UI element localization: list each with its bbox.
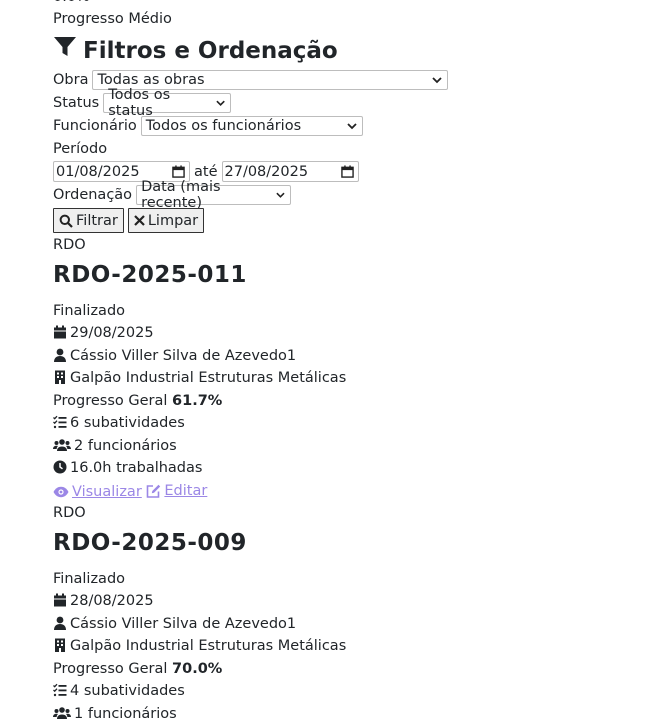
rdo-card: RDO RDO-2025-009 Finalizado 28/08/2025 C…: [53, 502, 643, 725]
chevron-down-icon: [276, 190, 285, 200]
rdo-progress-value: 70.0%: [172, 661, 222, 677]
edit-icon: [146, 484, 161, 498]
clear-button[interactable]: Limpar: [128, 208, 204, 233]
rdo-status: Finalizado: [53, 568, 643, 591]
users-icon: [53, 706, 71, 720]
status-filter-row: Status Todos os status: [53, 92, 643, 115]
calendar-icon[interactable]: [341, 165, 354, 178]
date-to-value: 27/08/2025: [225, 164, 309, 180]
rdo-obra-name: Galpão Industrial Estruturas Metálicas: [70, 638, 346, 654]
rdo-person: Cássio Viller Silva de Azevedo1: [53, 345, 643, 368]
funcionario-filter-row: Funcionário Todos os funcionários: [53, 115, 643, 138]
rdo-subactivities-count: 6 subatividades: [70, 415, 185, 431]
calendar-icon: [53, 593, 67, 607]
rdo-page: 0.0% Progresso Médio Filtros e Ordenação…: [53, 0, 643, 725]
ordenacao-select[interactable]: Data (mais recente): [136, 185, 291, 205]
rdo-hours-value: 16.0h trabalhadas: [70, 460, 202, 476]
rdo-subactivities: 4 subatividades: [53, 680, 643, 703]
progress-average-label: Progresso Médio: [53, 8, 643, 31]
building-icon: [53, 370, 67, 384]
filters-title: Filtros e Ordenação: [83, 36, 338, 66]
filters-heading: Filtros e Ordenação: [53, 35, 643, 67]
rdo-person: Cássio Viller Silva de Azevedo1: [53, 613, 643, 636]
rdo-subactivities: 6 subatividades: [53, 412, 643, 435]
funcionario-label: Funcionário: [53, 118, 137, 134]
chevron-down-icon: [216, 98, 225, 108]
rdo-employees: 2 funcionários: [53, 435, 643, 458]
filter-icon: [53, 35, 77, 67]
list-check-icon: [53, 683, 67, 697]
rdo-date: 28/08/2025: [53, 590, 643, 613]
rdo-progress-label: Progresso Geral: [53, 661, 167, 677]
rdo-code: RDO-2025-011: [53, 260, 643, 290]
user-icon: [53, 348, 67, 362]
edit-link-label: Editar: [164, 480, 207, 503]
rdo-person-name: Cássio Viller Silva de Azevedo1: [70, 616, 296, 632]
filter-button[interactable]: Filtrar: [53, 208, 124, 233]
funcionario-select[interactable]: Todos os funcionários: [141, 116, 363, 136]
periodo-label: Período: [53, 138, 643, 161]
rdo-type-label: RDO: [53, 234, 643, 257]
rdo-obra-name: Galpão Industrial Estruturas Metálicas: [70, 370, 346, 386]
ordenacao-row: Ordenação Data (mais recente): [53, 183, 643, 206]
rdo-date-value: 28/08/2025: [70, 593, 154, 609]
rdo-obra: Galpão Industrial Estruturas Metálicas: [53, 367, 643, 390]
ordenacao-select-value: Data (mais recente): [141, 179, 270, 211]
rdo-actions: Visualizar Editar: [53, 480, 643, 503]
rdo-subactivities-count: 4 subatividades: [70, 683, 185, 699]
rdo-person-name: Cássio Viller Silva de Azevedo1: [70, 348, 296, 364]
funcionario-select-value: Todos os funcionários: [146, 118, 301, 134]
view-link-label: Visualizar: [72, 481, 142, 504]
close-icon: [134, 215, 145, 226]
ordenacao-label: Ordenação: [53, 187, 132, 203]
rdo-hours: 16.0h trabalhadas: [53, 457, 643, 480]
view-link[interactable]: Visualizar: [53, 481, 142, 504]
user-icon: [53, 616, 67, 630]
rdo-employees-count: 1 funcionários: [74, 706, 177, 722]
ate-label: até: [194, 164, 218, 180]
list-check-icon: [53, 415, 67, 429]
date-from-value: 01/08/2025: [56, 164, 140, 180]
rdo-type-label: RDO: [53, 502, 643, 525]
filter-button-label: Filtrar: [76, 213, 118, 229]
rdo-card: RDO RDO-2025-011 Finalizado 29/08/2025 C…: [53, 234, 643, 502]
users-icon: [53, 438, 71, 452]
clock-icon: [53, 460, 67, 474]
status-select-value: Todos os status: [108, 87, 210, 119]
eye-icon: [53, 486, 69, 498]
building-icon: [53, 638, 67, 652]
chevron-down-icon: [432, 75, 442, 85]
status-select[interactable]: Todos os status: [103, 93, 231, 113]
chevron-down-icon: [347, 121, 357, 131]
rdo-code: RDO-2025-009: [53, 528, 643, 558]
rdo-employees-count: 2 funcionários: [74, 438, 177, 454]
clear-button-label: Limpar: [148, 213, 198, 229]
rdo-date-value: 29/08/2025: [70, 325, 154, 341]
progress-value-cut: 0.0%: [53, 0, 643, 8]
rdo-date: 29/08/2025: [53, 322, 643, 345]
rdo-progress: Progresso Geral 70.0%: [53, 658, 643, 681]
rdo-progress-value: 61.7%: [172, 393, 222, 409]
rdo-status: Finalizado: [53, 300, 643, 323]
calendar-icon: [53, 325, 67, 339]
rdo-progress-label: Progresso Geral: [53, 393, 167, 409]
search-icon: [59, 214, 73, 228]
calendar-icon[interactable]: [172, 165, 185, 178]
obra-label: Obra: [53, 72, 88, 88]
status-label: Status: [53, 95, 99, 111]
obra-select-value: Todas as obras: [97, 72, 204, 88]
edit-link[interactable]: Editar: [146, 480, 207, 503]
rdo-progress: Progresso Geral 61.7%: [53, 390, 643, 413]
rdo-obra: Galpão Industrial Estruturas Metálicas: [53, 635, 643, 658]
filter-buttons-row: Filtrar Limpar: [53, 207, 643, 234]
rdo-employees: 1 funcionários: [53, 703, 643, 725]
